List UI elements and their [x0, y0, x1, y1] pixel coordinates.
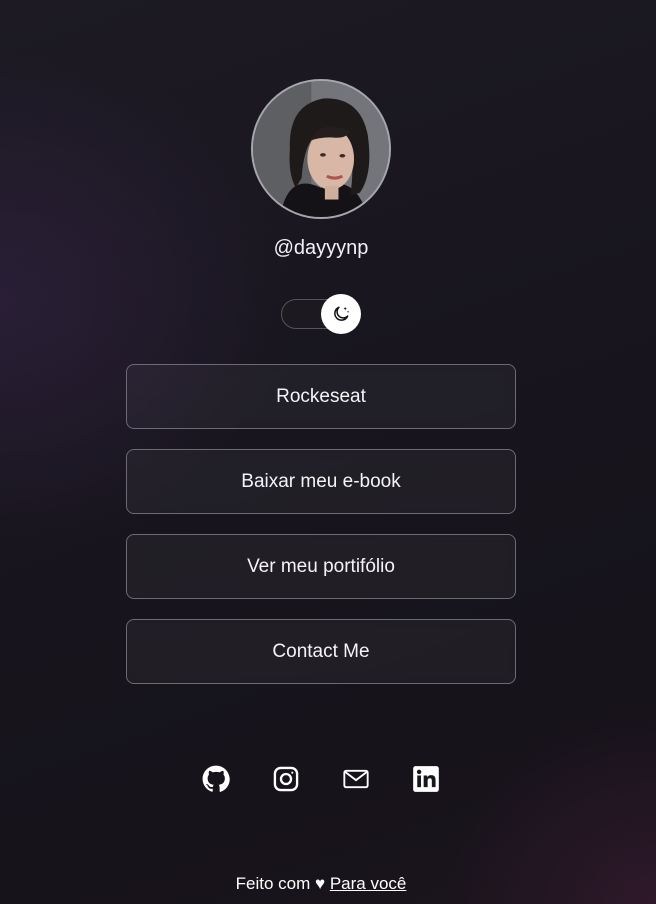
link-button-contact[interactable]: Contact Me: [126, 619, 516, 684]
avatar: [251, 79, 391, 219]
mail-icon[interactable]: [342, 764, 370, 794]
avatar-photo: [253, 81, 389, 217]
link-button-ebook[interactable]: Baixar meu e-book: [126, 449, 516, 514]
linkedin-icon[interactable]: [412, 764, 440, 794]
footer-text: Feito com: [235, 874, 311, 893]
instagram-icon[interactable]: [272, 764, 300, 794]
profile-handle: @dayyynp: [273, 237, 369, 259]
link-button-rockeseat[interactable]: Rockeseat: [126, 364, 516, 429]
github-icon[interactable]: [202, 764, 230, 794]
footer: Feito com ♥ Para você: [0, 874, 642, 894]
link-button-portfolio[interactable]: Ver meu portifólio: [126, 534, 516, 599]
moon-sparkle-icon: [334, 306, 350, 321]
social-links: [0, 764, 642, 794]
theme-toggle-knob[interactable]: [321, 294, 361, 334]
link-list: Rockeseat Baixar meu e-book Ver meu port…: [126, 364, 516, 704]
footer-link[interactable]: Para você: [330, 874, 407, 893]
heart-icon: ♥: [315, 874, 326, 893]
